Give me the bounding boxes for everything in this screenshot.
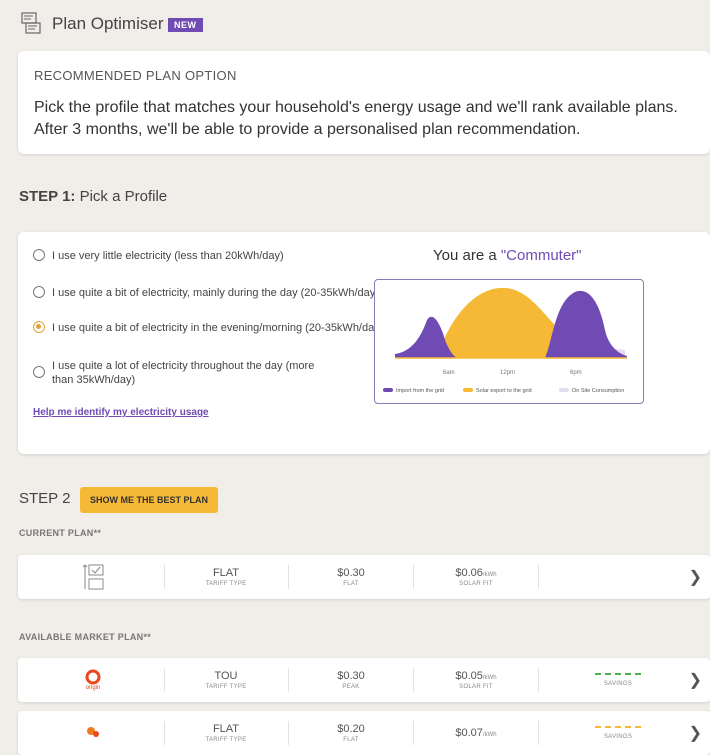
- recommended-plan-card: RECOMMENDED PLAN OPTION Pick the profile…: [18, 51, 710, 154]
- current-plan-icon-cell: [63, 555, 123, 599]
- origin-logo-icon: [85, 669, 101, 685]
- profile-card: I use very little electricity (less than…: [18, 232, 710, 454]
- new-badge: NEW: [168, 18, 203, 32]
- rate-label: FLAT: [343, 581, 359, 587]
- retailer-logo-cell: origin: [63, 658, 123, 702]
- tariff-type-label: TARIFF TYPE: [205, 684, 247, 690]
- profile-option-day[interactable]: I use quite a bit of electricity, mainly…: [33, 286, 379, 300]
- tariff-type-cell: FLAT TARIFF TYPE: [178, 555, 274, 599]
- tariff-type-label: TARIFF TYPE: [205, 581, 247, 587]
- help-identify-usage-link[interactable]: Help me identify my electricity usage: [33, 407, 209, 418]
- tariff-type-value: FLAT: [212, 567, 240, 579]
- chevron-right-icon[interactable]: ❯: [689, 567, 702, 587]
- solar-fit-unit: /kWh: [482, 572, 497, 578]
- market-plan-row[interactable]: origin TOU TARIFF TYPE $0.30 PEAK $0.05/…: [18, 658, 710, 702]
- plan-optimiser-icon: [21, 12, 41, 34]
- radio-button[interactable]: [33, 286, 45, 298]
- tariff-type-cell: TOU TARIFF TYPE: [178, 658, 274, 702]
- legend-swatch-onsite: [559, 388, 569, 392]
- tariff-type-value: FLAT: [212, 723, 240, 735]
- tick-label: 12pm: [500, 370, 515, 376]
- radio-button[interactable]: [33, 366, 45, 378]
- savings-indicator: [595, 726, 641, 728]
- rate-value: $0.20: [337, 723, 365, 735]
- tariff-type-cell: FLAT TARIFF TYPE: [178, 711, 274, 755]
- current-plan-row[interactable]: FLAT TARIFF TYPE $0.30 FLAT $0.06/kWh SO…: [18, 555, 710, 599]
- legend-swatch-import: [383, 388, 393, 392]
- savings-cell: SAVINGS: [563, 711, 673, 755]
- recommended-description: Pick the profile that matches your house…: [34, 99, 678, 138]
- profile-option-low[interactable]: I use very little electricity (less than…: [33, 249, 284, 263]
- rate-value: $0.30: [337, 670, 365, 682]
- rate-value: $0.30: [337, 567, 365, 579]
- rate-cell: $0.30 FLAT: [303, 555, 399, 599]
- profile-option-label: I use quite a bit of electricity, mainly…: [52, 287, 379, 299]
- solar-fit-unit: /kWh: [482, 675, 497, 681]
- current-plan-label: CURRENT PLAN**: [19, 528, 102, 538]
- recommended-heading: RECOMMENDED PLAN OPTION: [34, 68, 237, 83]
- usage-profile-chart: 6am 12pm 6pm Import from the grid Solar …: [374, 279, 644, 404]
- solar-fit-value: $0.06: [455, 567, 483, 579]
- savings-indicator: [595, 673, 641, 675]
- profile-option-label: I use quite a bit of electricity in the …: [52, 322, 384, 334]
- solar-fit-label: SOLAR FIT: [459, 684, 493, 690]
- rate-cell: $0.30 PEAK: [303, 658, 399, 702]
- radio-button-selected[interactable]: [33, 321, 45, 333]
- profile-option-high[interactable]: I use quite a lot of electricity through…: [33, 359, 333, 387]
- savings-label: SAVINGS: [603, 681, 633, 687]
- tariff-doc-icon: [82, 564, 104, 590]
- solar-fit-value: $0.05: [455, 670, 483, 682]
- tick-label: 6pm: [570, 370, 582, 376]
- import-evening-area: [545, 290, 627, 358]
- step1-heading: STEP 1: Pick a Profile: [19, 188, 167, 205]
- solar-fit-cell: $0.07/kWh: [428, 711, 524, 755]
- rate-label: PEAK: [342, 684, 360, 690]
- tick-label: 6am: [443, 370, 455, 376]
- profile-result-prefix: You are a: [433, 247, 501, 264]
- legend-label: Import from the grid: [396, 388, 444, 394]
- solar-fit-label: SOLAR FIT: [459, 581, 493, 587]
- chevron-right-icon[interactable]: ❯: [689, 723, 702, 743]
- solar-fit-unit: /kWh: [482, 732, 497, 738]
- available-plan-label: AVAILABLE MARKET PLAN**: [19, 632, 152, 642]
- solar-fit-cell: $0.06/kWh SOLAR FIT: [428, 555, 524, 599]
- savings-label: SAVINGS: [603, 734, 633, 740]
- rate-label: FLAT: [343, 737, 359, 743]
- step2-heading: STEP 2: [19, 490, 71, 507]
- retailer-name: origin: [85, 685, 101, 691]
- show-best-plan-button[interactable]: SHOW ME THE BEST PLAN: [80, 487, 218, 513]
- step1-text: Pick a Profile: [75, 188, 168, 205]
- profile-option-label: I use quite a lot of electricity through…: [52, 360, 315, 386]
- chevron-right-icon[interactable]: ❯: [689, 670, 702, 690]
- step1-number: STEP 1:: [19, 188, 76, 205]
- market-plan-row[interactable]: FLAT TARIFF TYPE $0.20 FLAT $0.07/kWh SA…: [18, 711, 710, 755]
- tariff-type-value: TOU: [214, 670, 238, 682]
- retailer-logo-cell: [63, 711, 123, 755]
- tariff-type-label: TARIFF TYPE: [205, 737, 247, 743]
- radio-button[interactable]: [33, 249, 45, 261]
- profile-option-label: I use very little electricity (less than…: [52, 250, 284, 262]
- legend-label: On Site Consumption: [572, 388, 624, 394]
- profile-result-name: "Commuter": [500, 247, 582, 264]
- solar-fit-value: $0.07: [455, 727, 483, 739]
- savings-cell: SAVINGS: [563, 658, 673, 702]
- profile-result: You are a "Commuter": [433, 247, 582, 264]
- legend-swatch-solar: [463, 388, 473, 392]
- page-title: Plan Optimiser: [52, 14, 164, 33]
- solar-fit-cell: $0.05/kWh SOLAR FIT: [428, 658, 524, 702]
- rate-cell: $0.20 FLAT: [303, 711, 399, 755]
- usage-chart-graphic: 6am 12pm 6pm Import from the grid Solar …: [383, 287, 627, 394]
- profile-option-commuter[interactable]: I use quite a bit of electricity in the …: [33, 321, 383, 335]
- legend-label: Solar export to the grid: [476, 388, 532, 394]
